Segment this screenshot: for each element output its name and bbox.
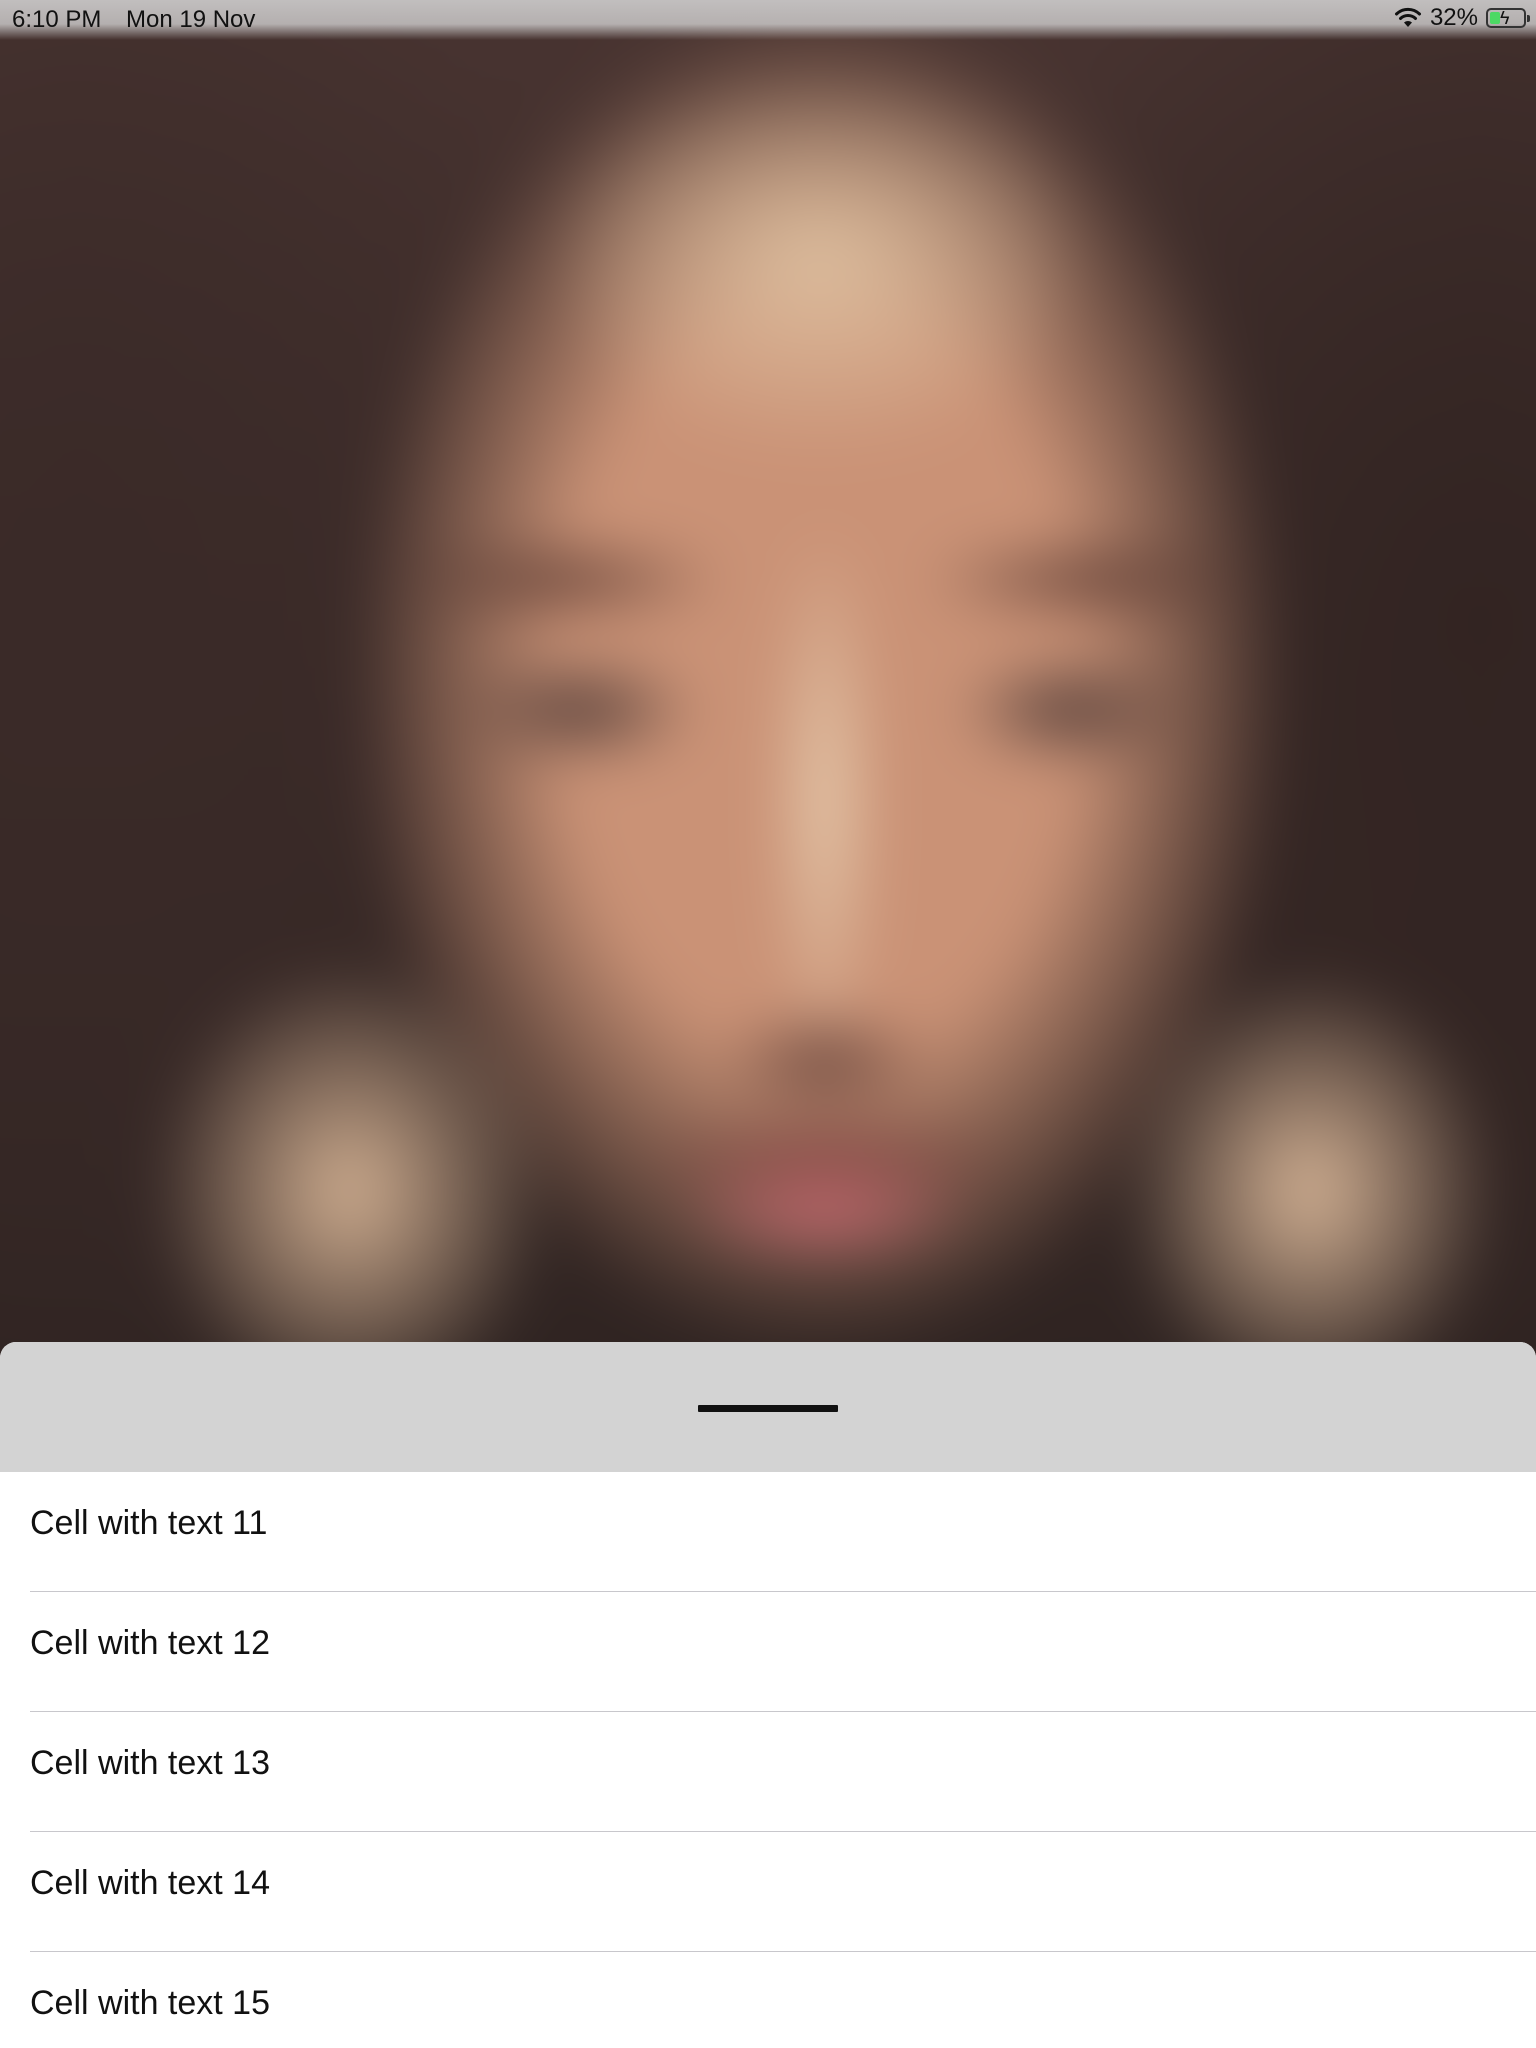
battery-icon: ϟ	[1486, 8, 1530, 28]
table-row[interactable]: Cell with text 15	[0, 1952, 1536, 2048]
status-time: 6:10 PM	[12, 6, 102, 33]
bottom-sheet: Cell with text 11 Cell with text 12 Cell…	[0, 1342, 1536, 2048]
table-row[interactable]: Cell with text 14	[0, 1832, 1536, 1952]
wifi-icon	[1394, 7, 1422, 29]
table-row[interactable]: Cell with text 13	[0, 1712, 1536, 1832]
cell-label: Cell with text 13	[30, 1744, 270, 1782]
background-photo	[0, 0, 1536, 1360]
app-screen: 6:10 PM Mon 19 Nov 32% ϟ Cell with text …	[0, 0, 1536, 2048]
sheet-header[interactable]	[0, 1342, 1536, 1472]
battery-level-fill	[1490, 12, 1500, 24]
battery-percent: 32%	[1429, 4, 1478, 31]
status-indicators: 32% ϟ	[1394, 4, 1530, 32]
cell-label: Cell with text 15	[30, 1984, 270, 2022]
cell-label: Cell with text 14	[30, 1864, 270, 1902]
charging-bolt-icon: ϟ	[1500, 8, 1510, 28]
status-bar: 6:10 PM Mon 19 Nov 32% ϟ	[0, 0, 1536, 40]
table-row[interactable]: Cell with text 11	[0, 1472, 1536, 1592]
sheet-grabber-handle[interactable]	[698, 1405, 838, 1412]
cell-label: Cell with text 11	[30, 1504, 268, 1542]
table-row[interactable]: Cell with text 12	[0, 1592, 1536, 1712]
cell-label: Cell with text 12	[30, 1624, 270, 1662]
blurred-portrait-image	[0, 0, 1536, 1360]
status-date: Mon 19 Nov	[126, 6, 256, 33]
